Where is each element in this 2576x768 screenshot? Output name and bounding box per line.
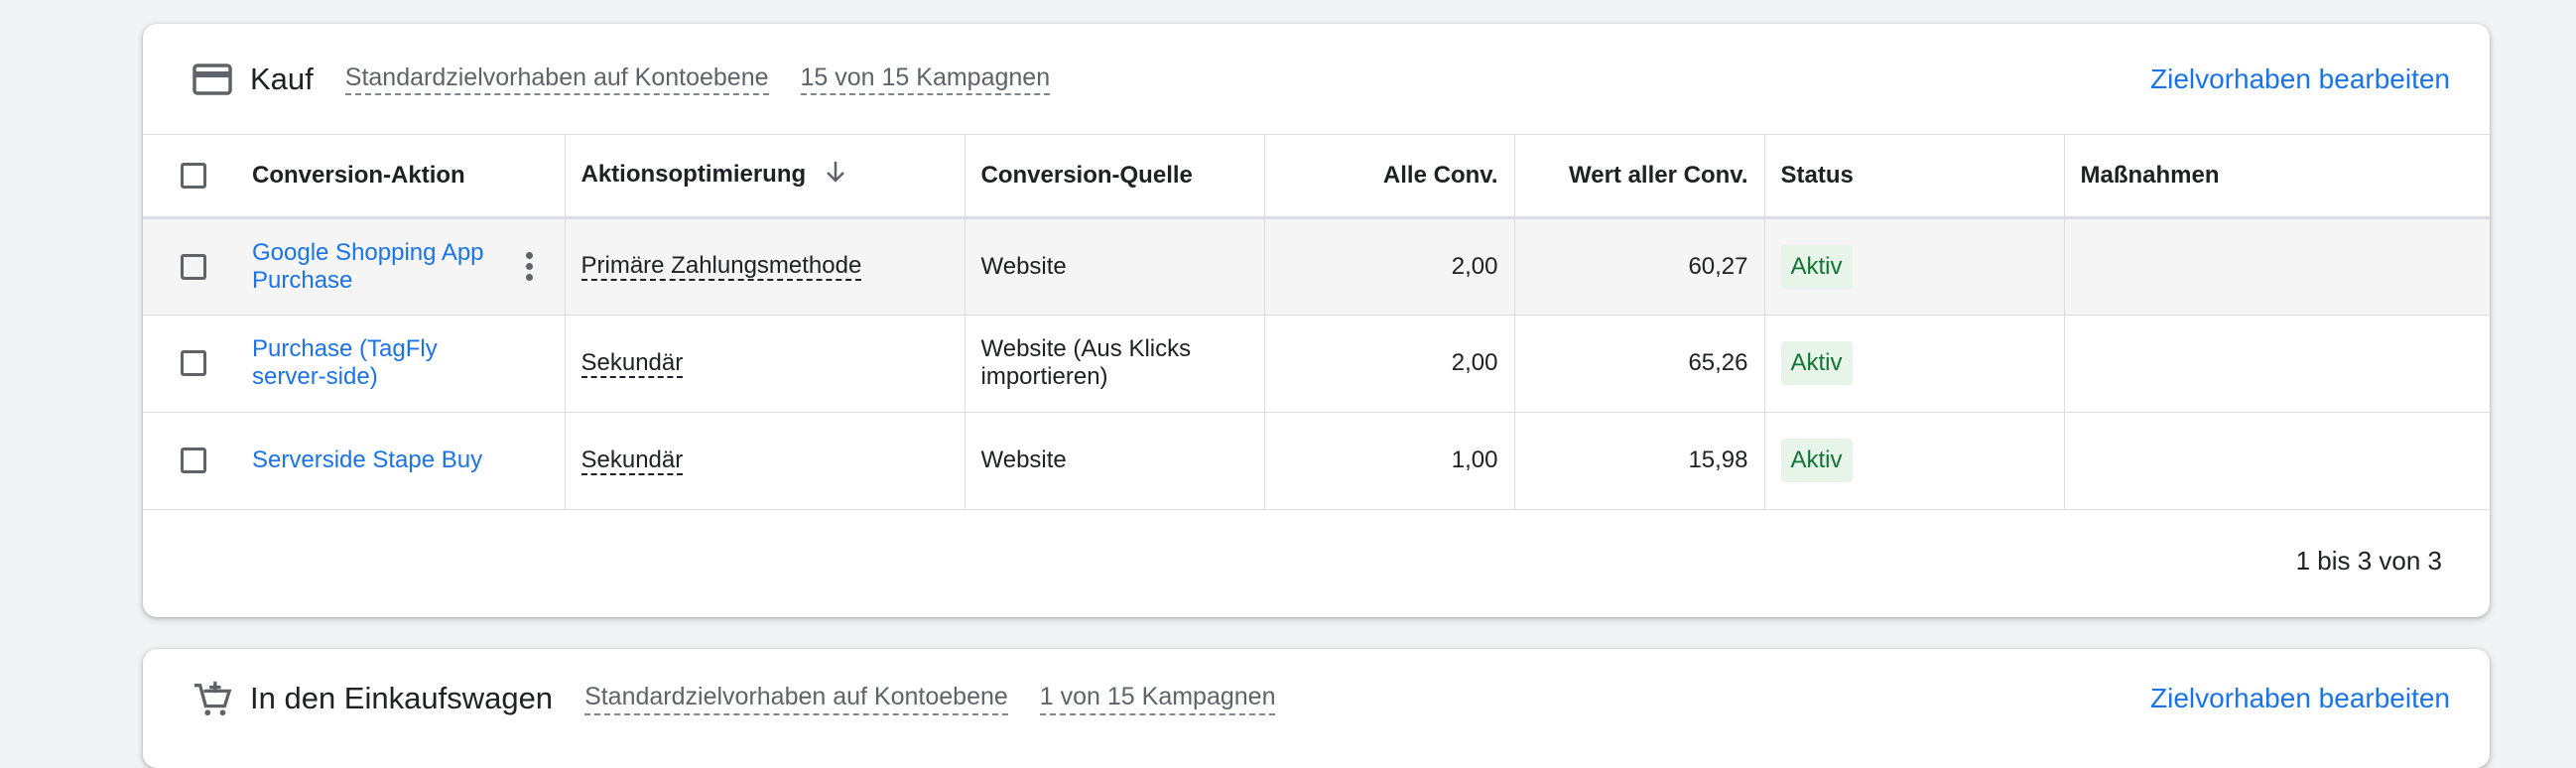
- select-all-checkbox[interactable]: [181, 162, 206, 189]
- conversion-action-cell: Serverside Stape Buy: [236, 412, 566, 510]
- column-header-optimization[interactable]: Aktionsoptimierung: [565, 135, 966, 219]
- status-cell: Aktiv: [1764, 412, 2065, 510]
- optimization-value[interactable]: Primäre Zahlungsmethode: [580, 252, 862, 282]
- table-row: Serverside Stape Buy Sekundär Website 1,…: [143, 412, 2490, 510]
- edit-goal-button[interactable]: Zielvorhaben bearbeiten: [2150, 64, 2450, 95]
- column-header-optimization-label: Aktionsoptimierung: [580, 161, 807, 189]
- row-checkbox-cell: [143, 315, 236, 413]
- conversion-action-cell: Purchase (TagFly server-side): [236, 315, 566, 413]
- table-row: Purchase (TagFly server-side) Sekundär W…: [143, 315, 2490, 413]
- row-checkbox[interactable]: [181, 350, 206, 376]
- goal-title: In den Einkaufswagen: [250, 681, 554, 715]
- optimization-cell: Primäre Zahlungsmethode: [565, 217, 966, 316]
- credit-card-icon: [193, 60, 232, 99]
- status-badge: Aktiv: [1780, 341, 1853, 385]
- actions-cell: [2064, 412, 2490, 510]
- conversion-action-link[interactable]: Purchase (TagFly server-side): [252, 335, 451, 391]
- row-checkbox-cell: [143, 412, 236, 510]
- actions-cell: [2064, 315, 2490, 413]
- goal-card-kauf: Kauf Standardzielvorhaben auf Kontoebene…: [143, 24, 2490, 617]
- arrow-down-icon: [825, 160, 846, 191]
- optimization-value[interactable]: Sekundär: [580, 348, 684, 378]
- actions-cell: [2064, 217, 2490, 316]
- goal-scope-link[interactable]: Standardzielvorhaben auf Kontoebene: [344, 63, 769, 96]
- column-header-conv-value[interactable]: Wert aller Conv.: [1514, 135, 1765, 219]
- goal-title: Kauf: [250, 61, 314, 96]
- source-cell: Website (Aus Klicks importieren): [965, 315, 1265, 413]
- table-header-row: Conversion-Aktion Aktionsoptimierung Con…: [143, 135, 2490, 219]
- header-checkbox-cell: [143, 135, 236, 219]
- goal-card-add-to-cart: In den Einkaufswagen Standardzielvorhabe…: [143, 649, 2490, 768]
- all-conv-cell: 2,00: [1264, 315, 1515, 413]
- column-header-actions: Maßnahmen: [2064, 135, 2490, 219]
- row-checkbox[interactable]: [181, 448, 206, 473]
- column-header-all-conv[interactable]: Alle Conv.: [1264, 135, 1515, 219]
- status-badge: Aktiv: [1780, 244, 1853, 289]
- pagination-footer: 1 bis 3 von 3: [143, 510, 2490, 613]
- campaigns-link[interactable]: 1 von 15 Kampagnen: [1039, 682, 1276, 715]
- source-cell: Website: [965, 217, 1265, 316]
- goal-card-header: In den Einkaufswagen Standardzielvorhabe…: [143, 649, 2490, 748]
- table-row: Google Shopping App Purchase Primäre Zah…: [143, 217, 2490, 316]
- conversion-action-link[interactable]: Serverside Stape Buy: [252, 447, 482, 474]
- conv-value-cell: 65,26: [1514, 315, 1765, 413]
- status-cell: Aktiv: [1764, 217, 2065, 316]
- optimization-cell: Sekundär: [565, 412, 966, 510]
- add-to-cart-icon: [193, 679, 232, 718]
- more-vert-icon[interactable]: [520, 252, 539, 281]
- conversion-action-link[interactable]: Google Shopping App Purchase: [252, 239, 520, 295]
- conv-value-cell: 15,98: [1514, 412, 1765, 510]
- pagination-summary: 1 bis 3 von 3: [2295, 546, 2442, 576]
- row-checkbox[interactable]: [181, 253, 206, 280]
- conversion-action-cell: Google Shopping App Purchase: [236, 217, 566, 316]
- source-cell: Website: [965, 412, 1265, 510]
- all-conv-cell: 2,00: [1264, 217, 1515, 316]
- conv-value-cell: 60,27: [1514, 217, 1765, 316]
- goal-scope-link[interactable]: Standardzielvorhaben auf Kontoebene: [584, 682, 1008, 715]
- optimization-cell: Sekundär: [565, 315, 966, 413]
- all-conv-cell: 1,00: [1264, 412, 1515, 510]
- goal-card-header: Kauf Standardzielvorhaben auf Kontoebene…: [143, 24, 2490, 135]
- status-cell: Aktiv: [1764, 315, 2065, 413]
- column-header-conversion-action[interactable]: Conversion-Aktion: [236, 135, 566, 219]
- row-checkbox-cell: [143, 217, 236, 316]
- column-header-source[interactable]: Conversion-Quelle: [965, 135, 1265, 219]
- campaigns-link[interactable]: 15 von 15 Kampagnen: [800, 63, 1051, 96]
- optimization-value[interactable]: Sekundär: [580, 446, 684, 475]
- edit-goal-button[interactable]: Zielvorhaben bearbeiten: [2150, 683, 2450, 714]
- column-header-status[interactable]: Status: [1764, 135, 2065, 219]
- conversion-actions-table: Conversion-Aktion Aktionsoptimierung Con…: [143, 135, 2490, 510]
- status-badge: Aktiv: [1780, 439, 1853, 482]
